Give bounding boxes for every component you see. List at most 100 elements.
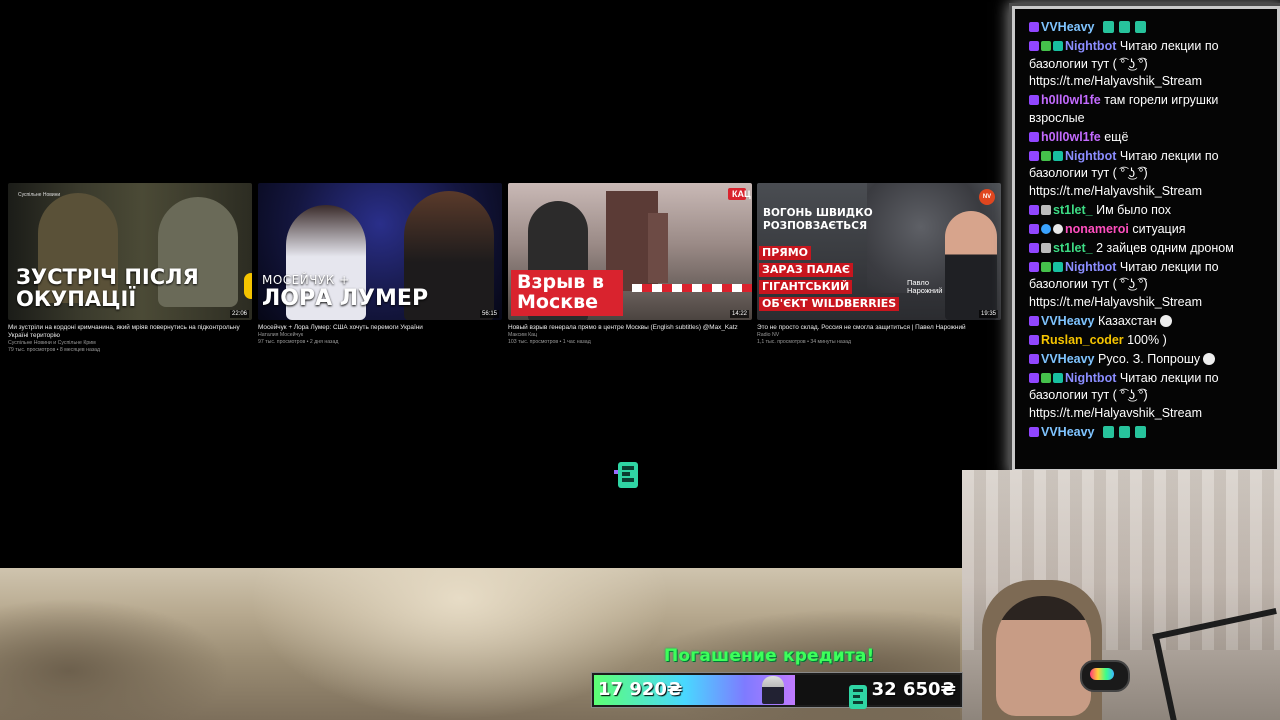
hand-badge-icon — [1053, 223, 1063, 234]
chat-text: ситуация — [1132, 221, 1186, 236]
chat-message: VVHeavy — [1029, 19, 1265, 37]
chat-message: VVHeavy Казахстан — [1029, 313, 1265, 331]
speaker-badge-icon — [1041, 242, 1051, 253]
video-duration: 19:35 — [978, 310, 998, 318]
chat-username[interactable]: h0ll0wl1fe — [1041, 93, 1101, 107]
video-channel[interactable]: Максим Кац — [508, 332, 752, 339]
thumbnail-heading: ВОГОНЬ ШВИДКО РОЗПОВЗАЄТЬСЯ — [763, 207, 873, 233]
twitch-badge-icon — [1029, 95, 1039, 105]
twitch-badge-icon — [1029, 353, 1039, 364]
thumbnail-red-line: ГІГАНТСЬКИЙ — [759, 280, 853, 295]
video-card[interactable]: КАЦ Взрыв в Москве 14:22 Новый взрыв ген… — [508, 183, 752, 346]
person-name: Павло Нарожний — [907, 278, 943, 296]
chat-username[interactable]: VVHeavy — [1041, 425, 1095, 439]
video-title[interactable]: Новый взрыв генерала прямо в центре Моск… — [508, 324, 752, 332]
twitch-badge-icon — [1029, 261, 1039, 272]
chat-username[interactable]: Nightbot — [1065, 260, 1116, 274]
chat-message: h0ll0wl1fe там горели игрушки взрослые — [1029, 92, 1265, 127]
video-channel[interactable]: Суспільне Новини и Суспільне Крим — [8, 340, 252, 347]
twitch-badge-icon — [1029, 334, 1039, 345]
twitch-badge-icon — [1029, 223, 1039, 234]
channel-emote-icon — [1103, 425, 1114, 438]
video-duration: 22:06 — [229, 310, 249, 318]
chat-username[interactable]: Nightbot — [1065, 149, 1116, 163]
chat-message: Nightbot Читаю лекции по базологии тут (… — [1029, 38, 1265, 91]
chat-message-list: VVHeavy Nightbot Читаю лекции по базолог… — [1029, 19, 1265, 443]
channel-emote-icon — [1119, 21, 1130, 33]
webcam-feed — [962, 470, 1280, 720]
channel-emote-icon — [1119, 425, 1130, 438]
video-duration: 14:22 — [729, 310, 749, 318]
channel-badge: NV — [979, 189, 995, 205]
thumbnail-caption: ЛОРА ЛУМЕР — [262, 285, 429, 311]
chat-username[interactable]: st1let_ — [1053, 203, 1093, 217]
thumbnail-caption: Взрыв в Москве — [511, 270, 623, 316]
video-card[interactable]: NV ВОГОНЬ ШВИДКО РОЗПОВЗАЄТЬСЯ ПРЯМО ЗАР… — [757, 183, 1001, 346]
chat-text: Им было пох — [1096, 202, 1171, 217]
video-channel[interactable]: Radio NV — [757, 332, 1001, 339]
video-meta: 1,1 тыс. просмотров • 34 минуты назад — [757, 339, 852, 345]
moderator-badge-icon — [1041, 372, 1051, 383]
chat-message: Nightbot Читаю лекции по базологии тут (… — [1029, 148, 1265, 201]
video-thumbnail[interactable]: Суспільне Новини ЗУСТРІЧ ПІСЛЯ ОКУПАЦІЇ … — [8, 183, 252, 320]
video-meta: 103 тыс. просмотров • 1 час назад — [508, 339, 591, 345]
channel-badge: КАЦ — [728, 188, 751, 200]
streamer-avatar — [996, 596, 1091, 716]
video-duration: 56:15 — [479, 310, 499, 318]
chat-username[interactable]: Nightbot — [1065, 371, 1116, 385]
chat-text: 2 зайцев одним дроном — [1096, 240, 1234, 255]
donor-avatar — [762, 676, 784, 704]
verified-badge-icon — [1041, 223, 1051, 234]
twitch-badge-icon — [1029, 315, 1039, 326]
video-channel[interactable]: Наталия Мосейчук — [258, 332, 502, 339]
video-thumbnail[interactable]: МОСЕЙЧУК + ЛОРА ЛУМЕР 56:15 — [258, 183, 502, 320]
chat-username[interactable]: Ruslan_coder — [1041, 333, 1124, 347]
credit-progress-bar: 17 920₴ 32 650₴ — [592, 673, 962, 709]
chat-username[interactable]: VVHeavy — [1041, 352, 1095, 366]
speaker-badge-icon — [1041, 204, 1051, 215]
credit-goal-title: Погашение кредита! — [664, 646, 875, 666]
twitch-badge-icon — [1029, 372, 1039, 383]
chat-text: 100% ) — [1127, 332, 1167, 347]
channel-emote-icon — [1135, 21, 1146, 33]
thumbnail-caption: ЗУСТРІЧ ПІСЛЯ ОКУПАЦІЇ — [16, 264, 199, 311]
chat-username[interactable]: VVHeavy — [1041, 20, 1095, 34]
chat-panel: VVHeavy Nightbot Читаю лекции по базолог… — [1012, 6, 1280, 472]
chat-message: VVHeavy — [1029, 424, 1265, 442]
moderator-badge-icon — [1041, 261, 1051, 272]
chat-text: Русо. З. Попрошу — [1098, 351, 1201, 366]
chat-message: h0ll0wl1fe ещё — [1029, 129, 1265, 147]
twitch-badge-icon — [1029, 242, 1039, 253]
chat-message: Nightbot Читаю лекции по базологии тут (… — [1029, 259, 1265, 312]
chat-username[interactable]: nonameroi — [1065, 222, 1129, 236]
video-card[interactable]: МОСЕЙЧУК + ЛОРА ЛУМЕР 56:15 Мосейчук + Л… — [258, 183, 502, 346]
video-title[interactable]: Мосейчук + Лора Лумер: США хочуть перемо… — [258, 324, 502, 332]
twitch-badge-icon — [1029, 131, 1039, 142]
video-card[interactable]: Суспільне Новини ЗУСТРІЧ ПІСЛЯ ОКУПАЦІЇ … — [8, 183, 252, 354]
chat-message: st1let_ 2 зайцев одним дроном — [1029, 240, 1265, 258]
video-title[interactable]: Это не просто склад. Россия не смогла за… — [757, 324, 1001, 332]
video-title[interactable]: Ми зустріли на кордоні кримчанина, який … — [8, 324, 252, 340]
channel-emote-icon — [1103, 21, 1114, 33]
video-thumbnail[interactable]: NV ВОГОНЬ ШВИДКО РОЗПОВЗАЄТЬСЯ ПРЯМО ЗАР… — [757, 183, 1001, 320]
youtube-recommendations-area: Суспільне Новини ЗУСТРІЧ ПІСЛЯ ОКУПАЦІЇ … — [0, 0, 1010, 568]
chat-username[interactable]: VVHeavy — [1041, 314, 1095, 328]
chat-username[interactable]: Nightbot — [1065, 39, 1116, 53]
twitch-badge-icon — [1029, 150, 1039, 161]
chat-message: VVHeavy Русо. З. Попрошу — [1029, 351, 1265, 369]
skull-emote-icon — [1159, 314, 1172, 327]
loading-emote-icon — [614, 462, 638, 488]
twitch-badge-icon — [1029, 41, 1039, 51]
skull-emote-icon — [1203, 352, 1216, 365]
video-thumbnail[interactable]: КАЦ Взрыв в Москве 14:22 — [508, 183, 752, 320]
bot-badge-icon — [1053, 150, 1063, 161]
bot-badge-icon — [1053, 41, 1063, 51]
video-meta: 79 тыс. просмотров • 8 месяцев назад — [8, 347, 101, 353]
chat-message: Nightbot Читаю лекции по базологии тут (… — [1029, 370, 1265, 423]
chat-username[interactable]: h0ll0wl1fe — [1041, 130, 1101, 144]
moderator-badge-icon — [1041, 150, 1051, 161]
twitch-badge-icon — [1029, 22, 1039, 32]
chat-message: st1let_ Им было пох — [1029, 202, 1265, 220]
chat-username[interactable]: st1let_ — [1053, 241, 1093, 255]
thumbnail-red-line: ПРЯМО — [759, 246, 812, 261]
